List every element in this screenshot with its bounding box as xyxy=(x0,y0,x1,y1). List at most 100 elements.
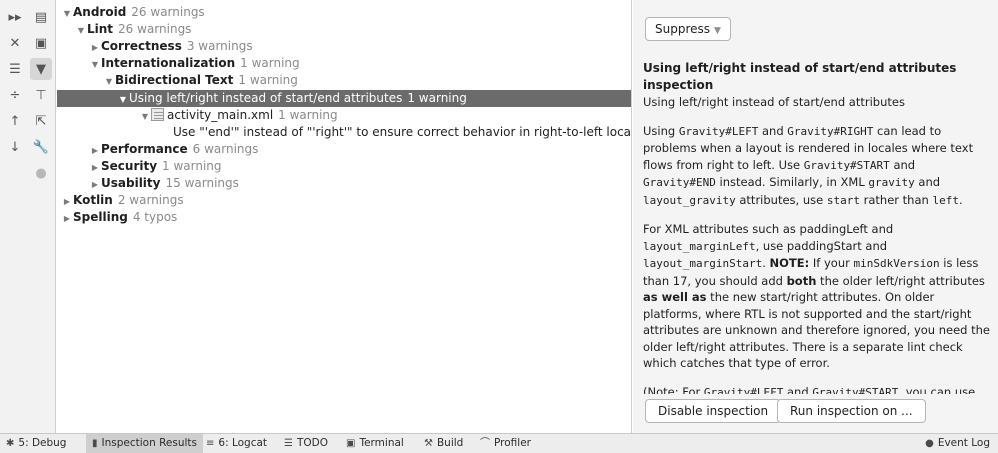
event-log-tab[interactable]: ● Event Log xyxy=(925,434,990,453)
tree-item-count: 4 typos xyxy=(132,210,178,224)
collapse-arrow-icon[interactable]: ▶ xyxy=(61,193,73,210)
tree-row[interactable]: ▶ Spelling 4 typos xyxy=(57,209,631,226)
tree-item-label: Kotlin xyxy=(73,193,113,207)
todo-tab[interactable]: ☰ TODO xyxy=(284,434,328,453)
tree-row[interactable]: ▶ Performance 6 warnings xyxy=(57,141,631,158)
tree-item-count: 15 warnings xyxy=(165,176,239,190)
code-span: Gravity#START xyxy=(812,385,899,395)
inspection-description-panel: Suppress ▼ Using left/right instead of st… xyxy=(633,0,998,433)
tool-window-bar: ● Event Log ✱ 5: Debug ▮ Inspection Results… xyxy=(0,433,998,453)
tree-item-count: 1 warning xyxy=(240,56,300,70)
tree-row[interactable]: ▼ Internationalization 1 warning xyxy=(57,55,631,72)
logcat-icon: ≡ xyxy=(206,438,215,449)
tree-item-count: 2 warnings xyxy=(117,193,184,207)
text-span: Using xyxy=(643,123,679,138)
todo-tab-label: TODO xyxy=(296,437,328,449)
bulb-button[interactable]: ● xyxy=(30,162,52,184)
tree-item-label: Performance xyxy=(101,142,188,156)
expand-arrow-icon[interactable]: ▼ xyxy=(103,73,115,90)
event-log-label: Event Log xyxy=(937,437,990,449)
tree-row[interactable]: ▼ activity_main.xml 1 warning xyxy=(57,107,631,124)
logcat-tab[interactable]: ≡ 6: Logcat xyxy=(206,434,267,453)
expand-arrow-icon[interactable]: ▼ xyxy=(117,91,129,108)
tree-row[interactable]: ▶ Kotlin 2 warnings xyxy=(57,192,631,209)
expand-all-button[interactable]: ▸▸ xyxy=(4,6,26,28)
collapse-arrow-icon[interactable]: ▶ xyxy=(89,159,101,176)
tree-item-count: 3 warnings xyxy=(186,39,253,53)
filter-settings-icon: ⊤ xyxy=(35,87,47,103)
description-paragraph-3: (Note: For Gravity#LEFT and Gravity#STAR… xyxy=(643,384,991,395)
disable-inspection-button[interactable]: Disable inspection xyxy=(645,399,782,423)
tree-item-label: Internationalization xyxy=(101,56,236,70)
build-tab-label: Build xyxy=(436,437,464,449)
filter-settings-button[interactable]: ⊤ xyxy=(30,84,52,106)
tree-item-count: 1 warning xyxy=(407,91,467,105)
tree-item-label: Using left/right instead of start/end at… xyxy=(129,91,403,105)
code-span: Gravity#RIGHT xyxy=(787,124,874,138)
inspection-title: Using left/right instead of start/end at… xyxy=(643,61,957,92)
chevron-down-icon: ▼ xyxy=(714,26,721,36)
close-icon: ✕ xyxy=(9,35,21,51)
sort-button[interactable]: ☰ xyxy=(4,58,26,80)
text-span: . xyxy=(958,192,963,207)
text-span: (Note: For xyxy=(643,384,704,395)
close-button[interactable]: ✕ xyxy=(4,32,26,54)
tree-item-label: Use "'end'" instead of "'right'" to ensu… xyxy=(173,125,632,139)
expand-arrow-icon[interactable]: ▼ xyxy=(61,5,73,22)
problem-row[interactable]: Use "'end'" instead of "'right'" to ensu… xyxy=(57,124,631,141)
tree-row[interactable]: ▼ Lint 26 warnings xyxy=(57,21,631,38)
run-inspection-button[interactable]: ▤ xyxy=(30,6,52,28)
inspection-results-tab[interactable]: ▮ Inspection Results xyxy=(86,434,203,453)
filter-button[interactable]: ▼ xyxy=(30,58,52,80)
module-icon: ▣ xyxy=(34,35,48,51)
code-span: left xyxy=(932,193,959,207)
tree-row[interactable]: ▶ Usability 15 warnings xyxy=(57,175,631,192)
build-tab[interactable]: ⚒ Build xyxy=(424,434,463,453)
up-arrow-button[interactable]: ↑ xyxy=(4,110,26,132)
split-button[interactable]: ÷ xyxy=(4,84,26,106)
tree-item-label: Lint xyxy=(87,22,114,36)
filter-icon: ▼ xyxy=(36,61,46,77)
wrench-button[interactable]: 🔧 xyxy=(30,136,52,158)
inspection-results-tree: ▼ Android 26 warnings ▼ Lint 26 warnings ▶ Corr… xyxy=(57,0,632,433)
expand-arrow-icon[interactable]: ▼ xyxy=(75,22,87,39)
tree-row[interactable]: ▼ Using left/right instead of start/end a… xyxy=(57,90,631,107)
suppress-dropdown[interactable]: Suppress ▼ xyxy=(645,17,731,41)
terminal-icon: ▣ xyxy=(346,438,356,449)
expand-arrow-icon[interactable]: ▼ xyxy=(89,56,101,73)
collapse-arrow-icon[interactable]: ▶ xyxy=(89,39,101,56)
collapse-arrow-icon[interactable]: ▶ xyxy=(61,210,73,227)
expand-arrow-icon[interactable]: ▼ xyxy=(139,108,151,125)
run-inspection-button[interactable]: Run inspection on ... xyxy=(777,399,926,423)
code-span: Gravity#LEFT xyxy=(678,124,759,138)
text-span: the older left/right attributes xyxy=(816,273,985,288)
tree-row[interactable]: ▼ Android 26 warnings xyxy=(57,4,631,21)
text-span: and xyxy=(783,384,813,395)
tree-item-label: Spelling xyxy=(73,210,128,224)
terminal-tab[interactable]: ▣ Terminal xyxy=(346,434,404,453)
export-button[interactable]: ⇱ xyxy=(30,110,52,132)
layout-file-icon xyxy=(151,108,164,121)
code-span: layout_marginStart xyxy=(643,257,763,270)
debug-tab[interactable]: ✱ 5: Debug xyxy=(6,434,66,453)
profiler-tab-label: Profiler xyxy=(494,437,531,449)
collapse-arrow-icon[interactable]: ▶ xyxy=(89,142,101,159)
tree-row[interactable]: ▼ Bidirectional Text 1 warning xyxy=(57,72,631,89)
tree-row[interactable]: ▶ Correctness 3 warnings xyxy=(57,38,631,55)
tree-item-label: activity_main.xml xyxy=(167,108,274,122)
bug-icon: ✱ xyxy=(6,438,15,449)
text-span: and xyxy=(889,157,916,172)
text-span: instead. Similarly, in XML xyxy=(715,175,869,189)
run-inspection-icon: ▤ xyxy=(34,9,48,25)
profiler-tab[interactable]: ⌒ Profiler xyxy=(480,434,531,453)
collapse-arrow-icon[interactable]: ▶ xyxy=(89,176,101,193)
text-span: . xyxy=(762,256,770,270)
profiler-icon: ⌒ xyxy=(480,438,490,449)
tree-row[interactable]: ▶ Security 1 warning xyxy=(57,158,631,175)
module-button[interactable]: ▣ xyxy=(30,32,52,54)
bold-span: as well as xyxy=(643,290,707,304)
event-log-icon: ● xyxy=(925,438,934,449)
tree-item-label: Correctness xyxy=(101,39,182,53)
down-arrow-button[interactable]: ↓ xyxy=(4,136,26,158)
tree-item-count: 1 warning xyxy=(162,159,222,173)
